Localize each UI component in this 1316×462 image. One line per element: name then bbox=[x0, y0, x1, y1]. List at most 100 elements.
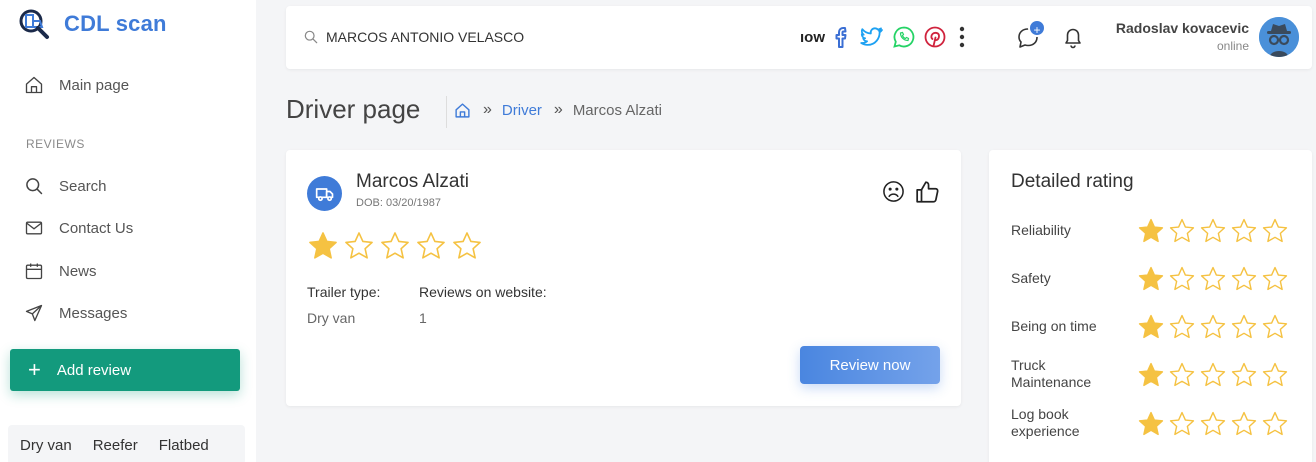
user-name[interactable]: Radoslav kovacevic bbox=[1116, 20, 1249, 36]
detailed-rating-title: Detailed rating bbox=[1011, 171, 1134, 192]
breadcrumb-separator-icon: » bbox=[553, 101, 563, 118]
trailer-filter-tabs: Dry van Reefer Flatbed bbox=[8, 425, 245, 462]
logo-icon bbox=[19, 9, 49, 39]
driver-rating-stars bbox=[307, 230, 483, 262]
share-label: ıow bbox=[800, 29, 825, 46]
star-empty-icon bbox=[1262, 266, 1288, 291]
breadcrumb-separator-icon: » bbox=[483, 101, 492, 118]
star-filled-icon bbox=[1138, 411, 1164, 436]
sidebar: CDL scan Main page REVIEWS Search Contac… bbox=[0, 0, 256, 462]
whatsapp-icon[interactable] bbox=[892, 25, 916, 49]
rating-stars-log-book-experience bbox=[1137, 410, 1289, 438]
star-empty-icon bbox=[1262, 314, 1288, 339]
facebook-icon[interactable] bbox=[830, 25, 854, 49]
star-empty-icon bbox=[417, 232, 445, 259]
rating-label-reliability: Reliability bbox=[1011, 222, 1071, 238]
sidebar-item-label: Search bbox=[59, 177, 107, 195]
rating-label-log-book-experience: Log book experience bbox=[1011, 406, 1080, 439]
star-empty-icon bbox=[1200, 218, 1226, 243]
rating-label-truck-maintenance: Truck Maintenance bbox=[1011, 357, 1092, 390]
star-empty-icon bbox=[1231, 362, 1257, 387]
driver-dob: DOB: 03/20/1987 bbox=[356, 197, 442, 209]
reviews-count-label: Reviews on website: bbox=[419, 284, 547, 300]
search-icon bbox=[304, 30, 318, 44]
star-empty-icon bbox=[1169, 266, 1195, 291]
sidebar-item-label: Main page bbox=[59, 76, 130, 94]
reviews-count-value: 1 bbox=[419, 310, 427, 326]
sidebar-item-contact-us[interactable]: Contact Us bbox=[24, 218, 133, 238]
sidebar-item-label: News bbox=[59, 262, 97, 280]
star-filled-icon bbox=[1138, 314, 1164, 339]
star-empty-icon bbox=[1231, 411, 1257, 436]
truck-avatar bbox=[307, 176, 342, 211]
search-input[interactable] bbox=[326, 26, 726, 48]
filter-tab-dry-van[interactable]: Dry van bbox=[20, 437, 72, 454]
trailer-type-value: Dry van bbox=[307, 310, 356, 326]
star-filled-icon bbox=[1138, 218, 1164, 243]
star-empty-icon bbox=[1169, 314, 1195, 339]
sidebar-item-news[interactable]: News bbox=[24, 261, 97, 281]
calendar-icon bbox=[25, 263, 43, 280]
star-empty-icon bbox=[1231, 218, 1257, 243]
search-icon bbox=[26, 178, 43, 195]
sad-face-icon[interactable] bbox=[882, 180, 905, 203]
breadcrumb: » Driver » Marcos Alzati bbox=[454, 101, 662, 119]
star-empty-icon bbox=[1200, 314, 1226, 339]
thumbs-up-icon[interactable] bbox=[915, 179, 941, 205]
star-empty-icon bbox=[1262, 218, 1288, 243]
incognito-icon bbox=[1259, 17, 1299, 57]
truck-icon bbox=[315, 187, 333, 201]
driver-card: Marcos Alzati DOB: 03/20/1987 Trailer ty… bbox=[286, 150, 961, 406]
star-empty-icon bbox=[345, 232, 373, 259]
pinterest-icon[interactable] bbox=[923, 25, 947, 49]
sidebar-item-label: Messages bbox=[59, 304, 128, 322]
star-empty-icon bbox=[1169, 362, 1195, 387]
add-review-button[interactable]: + Add review bbox=[10, 349, 240, 391]
trailer-type-label: Trailer type: bbox=[307, 284, 381, 300]
app-name: CDL scan bbox=[64, 11, 167, 36]
sidebar-item-label: Contact Us bbox=[59, 219, 134, 237]
bell-icon[interactable] bbox=[1062, 25, 1084, 49]
filter-tab-flatbed[interactable]: Flatbed bbox=[159, 437, 209, 454]
user-status: online bbox=[1216, 39, 1249, 53]
plus-icon: + bbox=[28, 357, 41, 382]
add-review-label: Add review bbox=[56, 361, 132, 379]
logo[interactable]: CDL scan bbox=[18, 8, 167, 40]
mail-icon bbox=[25, 221, 43, 235]
sidebar-item-messages[interactable]: Messages bbox=[24, 303, 127, 323]
detailed-rating-card: Detailed rating Reliability Safety Being… bbox=[989, 150, 1312, 462]
star-filled-icon bbox=[1138, 362, 1164, 387]
breadcrumb-current: Marcos Alzati bbox=[572, 101, 663, 119]
send-icon bbox=[25, 304, 43, 322]
section-label-reviews: REVIEWS bbox=[26, 137, 85, 151]
more-options-icon[interactable] bbox=[958, 26, 966, 48]
rating-stars-reliability bbox=[1137, 217, 1289, 245]
chat-badge: + bbox=[1028, 19, 1046, 37]
home-icon bbox=[25, 76, 43, 94]
twitter-icon[interactable] bbox=[860, 25, 884, 49]
star-empty-icon bbox=[1200, 362, 1226, 387]
home-icon[interactable] bbox=[454, 102, 471, 119]
rating-stars-being-on-time bbox=[1137, 313, 1289, 341]
breadcrumb-driver-link[interactable]: Driver bbox=[502, 102, 542, 119]
star-empty-icon bbox=[453, 232, 481, 259]
rating-label-safety: Safety bbox=[1011, 270, 1051, 286]
sidebar-item-main-page[interactable]: Main page bbox=[24, 75, 129, 95]
rating-stars-safety bbox=[1137, 265, 1289, 293]
star-empty-icon bbox=[1169, 218, 1195, 243]
title-divider bbox=[446, 96, 447, 128]
sidebar-item-search[interactable]: Search bbox=[24, 176, 107, 196]
rating-stars-truck-maintenance bbox=[1137, 361, 1289, 389]
topbar: ıow + Radoslav kovacevic online bbox=[286, 6, 1312, 69]
star-empty-icon bbox=[381, 232, 409, 259]
avatar[interactable] bbox=[1259, 17, 1299, 57]
page-title: Driver page bbox=[286, 94, 421, 124]
star-filled-icon bbox=[1138, 266, 1164, 291]
star-empty-icon bbox=[1262, 362, 1288, 387]
review-now-button[interactable]: Review now bbox=[800, 346, 940, 384]
rating-label-being-on-time: Being on time bbox=[1011, 318, 1097, 334]
filter-tab-reefer[interactable]: Reefer bbox=[93, 437, 138, 454]
star-empty-icon bbox=[1262, 411, 1288, 436]
star-filled-icon bbox=[309, 232, 337, 259]
star-empty-icon bbox=[1200, 266, 1226, 291]
